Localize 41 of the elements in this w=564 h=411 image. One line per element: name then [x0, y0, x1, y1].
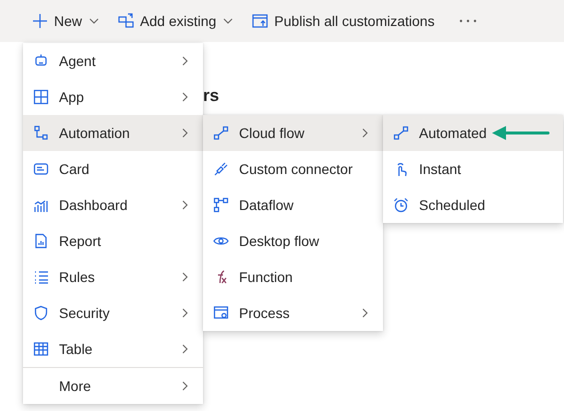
shield-icon: [33, 305, 49, 321]
layout-icon: [33, 89, 49, 105]
menu-item[interactable]: More: [23, 367, 203, 404]
toolbar-button[interactable]: Publish all customizations: [250, 5, 437, 37]
plug-icon: [213, 161, 229, 177]
menu-item[interactable]: Report: [23, 223, 203, 259]
alarm-clock-icon: [393, 197, 409, 213]
menu-item[interactable]: Instant: [383, 151, 563, 187]
more-icon[interactable]: [458, 19, 477, 23]
menu-item[interactable]: Scheduled: [383, 187, 563, 223]
page-heading: rs: [203, 86, 220, 105]
menu-item[interactable]: Cloud flow: [203, 115, 383, 151]
toolbar-button[interactable]: Add existing: [116, 5, 236, 37]
menu-item[interactable]: App: [23, 79, 203, 115]
menu-item[interactable]: Automated: [383, 115, 563, 151]
list-icon: [33, 269, 49, 285]
menu-item[interactable]: Security: [23, 295, 203, 331]
menu-item[interactable]: Rules: [23, 259, 203, 295]
process-icon: [213, 305, 229, 321]
plus-icon: [32, 13, 48, 29]
toolbar-button[interactable]: New: [30, 5, 102, 37]
menu-item[interactable]: Dataflow: [203, 187, 383, 223]
card-icon: [33, 161, 49, 177]
menu-item[interactable]: Process: [203, 295, 383, 331]
menu-item[interactable]: Card: [23, 151, 203, 187]
menu-item[interactable]: Table: [23, 331, 203, 367]
flow-icon: [393, 125, 409, 141]
menu-item[interactable]: Function: [203, 259, 383, 295]
report-icon: [33, 233, 49, 249]
menu-item[interactable]: Dashboard: [23, 187, 203, 223]
table-icon: [33, 341, 49, 357]
menu-item[interactable]: Custom connector: [203, 151, 383, 187]
add-existing-icon: [118, 13, 134, 29]
flow-icon: [213, 125, 229, 141]
dataflow-icon: [213, 197, 229, 213]
menu-item[interactable]: Automation: [23, 115, 203, 151]
workflow-icon: [33, 125, 49, 141]
menu-item[interactable]: Agent: [23, 43, 203, 79]
menu-item[interactable]: Desktop flow: [203, 223, 383, 259]
publish-icon: [252, 13, 268, 29]
arrow: [492, 126, 550, 140]
